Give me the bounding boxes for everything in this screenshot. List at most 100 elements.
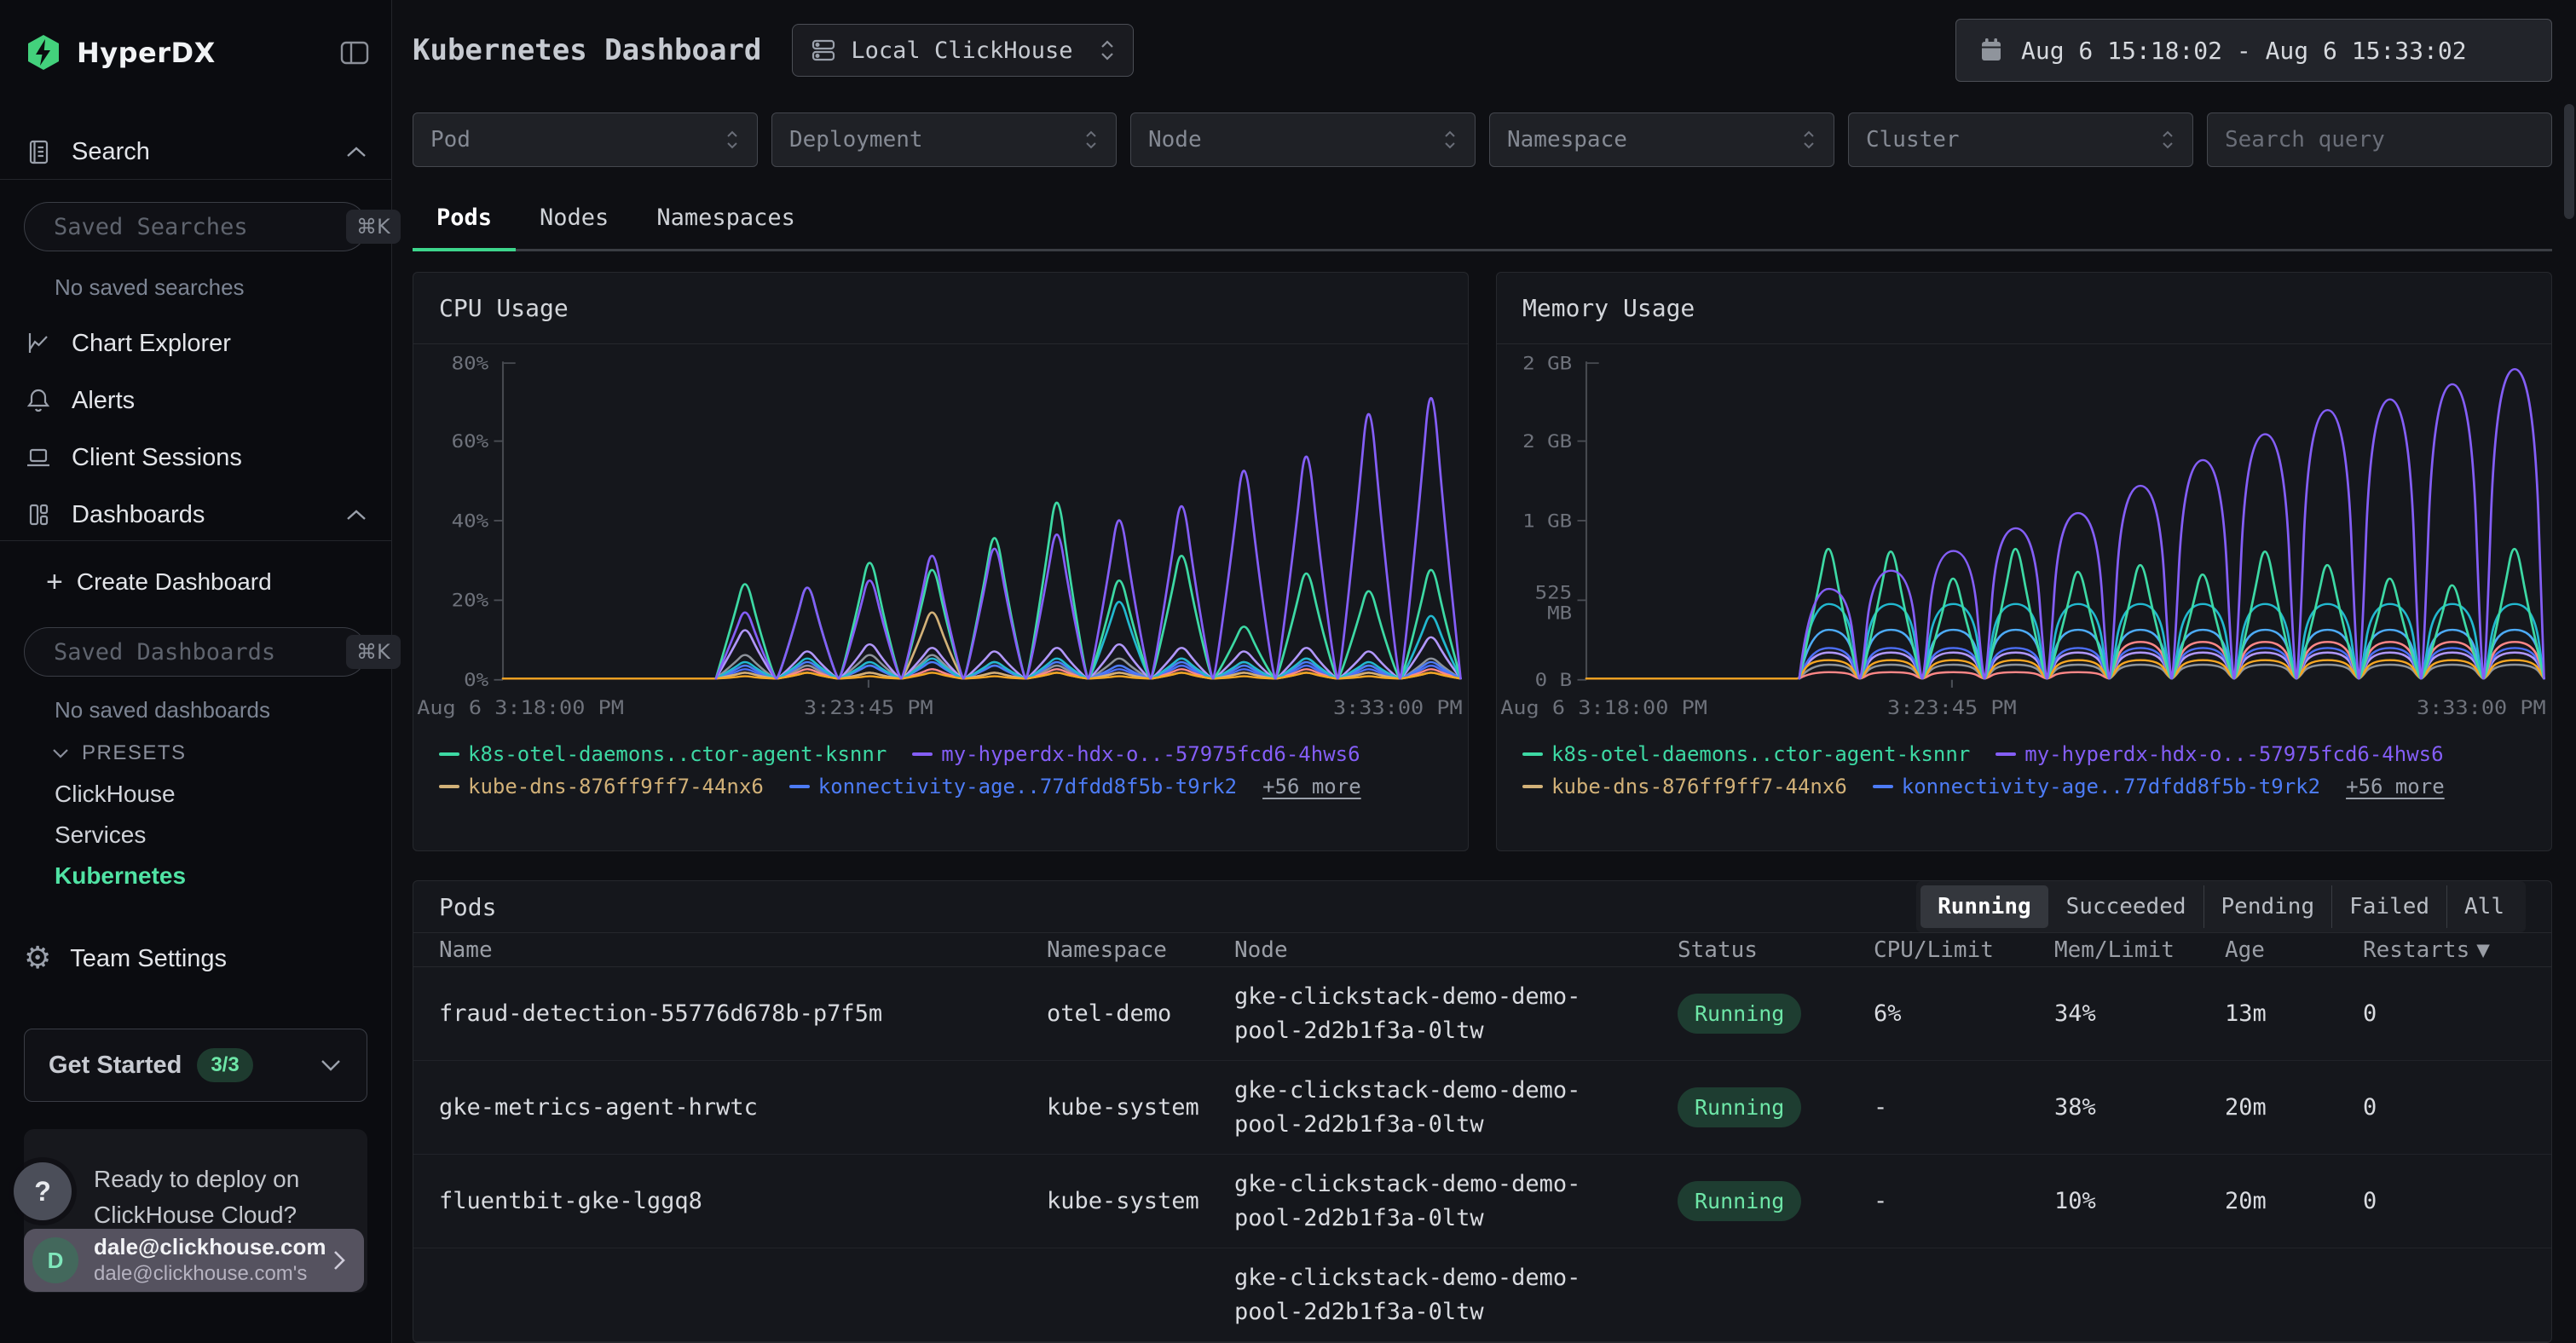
column-header-node[interactable]: Node [1234,937,1678,963]
preset-services[interactable]: Services [55,818,146,852]
filter-cluster[interactable]: Cluster [1848,112,2193,167]
no-saved-searches-note: No saved searches [55,274,245,301]
column-header-restarts[interactable]: Restarts▼ [2363,937,2526,963]
cell-status: Running [1678,994,1874,1034]
legend-item[interactable]: kube-dns-876ff9ff7-44nx6 [1522,775,1847,798]
svg-text:0%: 0% [464,670,488,690]
sidebar-collapse-button[interactable] [338,38,371,67]
get-started-progress-badge: 3/3 [197,1048,252,1082]
search-query-input[interactable] [2207,112,2552,167]
status-filter-running[interactable]: Running [1920,885,2048,928]
filter-node[interactable]: Node [1130,112,1476,167]
memory-usage-chart[interactable]: 0 B525MB1 GB2 GB2 GBAug 6 3:18:00 PM3:23… [1497,344,2551,736]
sidebar-item-search[interactable]: Search [0,128,391,176]
svg-text:40%: 40% [452,511,489,532]
legend-item[interactable]: my-hyperdx-hdx-o..-57975fcd6-4hws6 [1996,742,2443,766]
saved-searches-input[interactable] [54,214,346,240]
status-filter-succeeded[interactable]: Succeeded [2048,885,2203,928]
table-row[interactable]: gke-clickstack-demo-demo-pool-2d2b1f3a-0… [413,1248,2551,1342]
column-header-status[interactable]: Status [1678,937,1874,963]
user-account-chip[interactable]: D dale@clickhouse.com dale@clickhouse.co… [24,1229,364,1292]
sidebar-item-dashboards[interactable]: Dashboards [0,491,391,539]
status-filter-failed[interactable]: Failed [2331,885,2446,928]
saved-dashboards-input-wrap: ⌘K [24,627,367,677]
select-chevrons-icon [725,128,740,152]
cell-age: 13m [2225,1000,2363,1027]
page-scrollbar[interactable] [2564,0,2574,1343]
brand-name: HyperDX [77,37,216,69]
panel-title: Pods [439,893,496,921]
promo-line-2: ClickHouse Cloud? [94,1197,367,1233]
svg-text:Aug 6 3:18:00 PM: Aug 6 3:18:00 PM [1500,697,1707,719]
time-range-label: Aug 6 15:18:02 - Aug 6 15:33:02 [2021,37,2467,65]
chevron-down-icon [51,747,70,759]
cell-node: gke-clickstack-demo-demo-pool-2d2b1f3a-0… [1234,1074,1678,1142]
svg-text:1 GB: 1 GB [1522,511,1572,532]
bell-icon [24,386,53,415]
saved-searches-input-wrap: ⌘K [24,202,367,251]
sidebar-item-label: Search [72,138,150,166]
filter-deployment[interactable]: Deployment [771,112,1117,167]
chevron-up-icon [345,508,367,522]
legend-item[interactable]: konnectivity-age..77dfdd8f5b-t9rk2 [789,775,1237,798]
table-row[interactable]: fluentbit-gke-lggq8kube-systemgke-clicks… [413,1155,2551,1248]
table-row[interactable]: fraud-detection-55776d678b-p7f5motel-dem… [413,967,2551,1061]
cell-status: Running [1678,1181,1874,1221]
legend-row: kube-dns-876ff9ff7-44nx6 konnectivity-age… [439,770,1442,803]
sidebar-item-label: Alerts [72,387,135,415]
panel-title: Memory Usage [1522,294,1695,322]
sidebar-item-chart-explorer[interactable]: Chart Explorer [0,320,391,367]
status-filter-pending[interactable]: Pending [2203,885,2332,928]
get-started-button[interactable]: Get Started 3/3 [24,1029,367,1102]
panel-title: CPU Usage [439,294,569,322]
preset-clickhouse[interactable]: ClickHouse [55,777,176,811]
cell-mem: 38% [2054,1094,2225,1121]
legend-item[interactable]: konnectivity-age..77dfdd8f5b-t9rk2 [1873,775,2320,798]
sidebar-item-team-settings[interactable]: ⚙ Team Settings [0,935,391,983]
tab-namespaces[interactable]: Namespaces [632,193,819,251]
legend-item[interactable]: k8s-otel-daemons..ctor-agent-ksnnr [439,742,887,766]
legend-swatch [1522,752,1543,756]
gear-icon: ⚙ [24,944,51,973]
legend-more-link[interactable]: +56 more [1262,775,1361,798]
column-header-mem[interactable]: Mem/Limit [2054,937,2225,963]
create-dashboard-button[interactable]: + Create Dashboard [0,558,391,606]
filter-pod[interactable]: Pod [413,112,758,167]
pods-panel-header: Pods RunningSucceededPendingFailedAll [413,881,2551,932]
legend-item[interactable]: kube-dns-876ff9ff7-44nx6 [439,775,764,798]
cell-restarts: 0 [2363,1000,2526,1027]
help-button[interactable]: ? [14,1162,72,1220]
cpu-usage-chart[interactable]: 0%20%40%60%80%Aug 6 3:18:00 PM3:23:45 PM… [413,344,1468,736]
svg-text:60%: 60% [452,431,489,452]
legend-swatch [1996,752,2016,756]
table-row[interactable]: gke-metrics-agent-hrwtckube-systemgke-cl… [413,1061,2551,1155]
column-header-name[interactable]: Name [439,937,1047,963]
legend-more-link[interactable]: +56 more [2346,775,2445,798]
filter-namespace[interactable]: Namespace [1489,112,1834,167]
tab-nodes[interactable]: Nodes [516,193,632,251]
legend-swatch [1873,785,1893,788]
presets-header[interactable]: PRESETS [51,738,187,769]
cell-cpu: 6% [1874,1000,2054,1027]
svg-text:3:23:45 PM: 3:23:45 PM [804,697,933,719]
column-header-age[interactable]: Age [2225,937,2363,963]
tab-pods[interactable]: Pods [413,193,516,251]
legend-swatch [1522,785,1543,788]
cell-namespace: kube-system [1047,1188,1234,1214]
cell-mem: 10% [2054,1188,2225,1214]
cell-node: gke-clickstack-demo-demo-pool-2d2b1f3a-0… [1234,1261,1678,1329]
cell-mem: 34% [2054,1000,2225,1027]
preset-kubernetes[interactable]: Kubernetes [55,859,186,893]
time-range-picker[interactable]: Aug 6 15:18:02 - Aug 6 15:33:02 [1955,19,2552,82]
sidebar-item-client-sessions[interactable]: Client Sessions [0,434,391,481]
status-filter-all[interactable]: All [2446,885,2521,928]
column-header-cpu[interactable]: CPU/Limit [1874,937,2054,963]
saved-dashboards-input[interactable] [54,639,346,666]
scrollbar-thumb[interactable] [2564,104,2574,219]
sidebar-item-alerts[interactable]: Alerts [0,377,391,424]
datasource-select[interactable]: Local ClickHouse [792,24,1133,77]
svg-text:20%: 20% [452,591,489,611]
legend-item[interactable]: my-hyperdx-hdx-o..-57975fcd6-4hws6 [912,742,1360,766]
legend-item[interactable]: k8s-otel-daemons..ctor-agent-ksnnr [1522,742,1970,766]
column-header-namespace[interactable]: Namespace [1047,937,1234,963]
